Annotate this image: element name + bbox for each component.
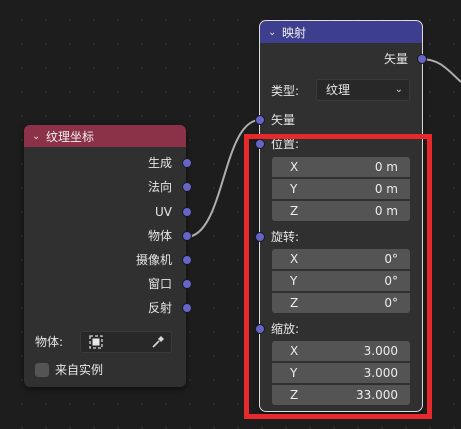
collapse-chevron-icon[interactable]: ⌄ bbox=[32, 131, 46, 142]
collapse-chevron-icon[interactable]: ⌄ bbox=[268, 27, 282, 38]
output-reflection: 反射 bbox=[147, 301, 172, 315]
type-dropdown[interactable]: 纹理 ⌄ bbox=[316, 79, 410, 101]
axis-label: Z bbox=[290, 388, 299, 402]
field-value: 0° bbox=[384, 296, 398, 310]
output-uv: UV bbox=[155, 205, 172, 219]
socket-location[interactable] bbox=[255, 139, 265, 149]
socket-object[interactable] bbox=[182, 231, 192, 241]
output-vector: 矢量 bbox=[383, 52, 408, 66]
rotation-y-field[interactable]: Y 0° bbox=[272, 271, 410, 291]
texture-coordinate-header[interactable]: ⌄ 纹理坐标 bbox=[24, 125, 186, 147]
type-dropdown-value: 纹理 bbox=[326, 83, 351, 97]
axis-label: Z bbox=[290, 296, 299, 310]
socket-reflection[interactable] bbox=[182, 303, 192, 313]
from-instancer-label: 来自实例 bbox=[55, 363, 104, 377]
socket-output-vector[interactable] bbox=[417, 54, 427, 64]
mapping-header[interactable]: ⌄ 映射 bbox=[260, 21, 422, 43]
output-normal: 法向 bbox=[147, 180, 172, 194]
eyedropper-icon[interactable] bbox=[150, 334, 166, 350]
field-value: 0 m bbox=[374, 160, 398, 174]
output-window: 窗口 bbox=[147, 277, 172, 291]
field-value: 0 m bbox=[374, 182, 398, 196]
object-icon bbox=[89, 335, 103, 349]
scale-x-field[interactable]: X 3.000 bbox=[272, 341, 410, 361]
socket-input-vector[interactable] bbox=[255, 115, 265, 125]
socket-uv[interactable] bbox=[182, 207, 192, 217]
socket-normal[interactable] bbox=[182, 182, 192, 192]
rotation-z-field[interactable]: Z 0° bbox=[272, 293, 410, 313]
link-object-to-vector bbox=[185, 119, 261, 238]
axis-label: X bbox=[290, 344, 299, 358]
scale-label: 缩放: bbox=[271, 322, 300, 336]
axis-label: Y bbox=[290, 366, 298, 380]
socket-rotation[interactable] bbox=[255, 232, 265, 242]
scale-y-field[interactable]: Y 3.000 bbox=[272, 363, 410, 383]
socket-generated[interactable] bbox=[182, 158, 192, 168]
location-label: 位置: bbox=[271, 137, 300, 151]
vector-input-label: 矢量 bbox=[271, 113, 296, 127]
field-value: 0° bbox=[384, 252, 398, 266]
output-object: 物体 bbox=[147, 229, 172, 243]
from-instancer-checkbox[interactable] bbox=[35, 363, 49, 377]
mapping-title: 映射 bbox=[282, 25, 307, 40]
field-value: 0° bbox=[384, 274, 398, 288]
socket-scale[interactable] bbox=[255, 324, 265, 334]
mapping-node[interactable]: ⌄ 映射 矢量 类型: 纹理 ⌄ 矢量 位置: X 0 m Y 0 m Z 0 … bbox=[255, 20, 427, 412]
scale-z-field[interactable]: Z 33.000 bbox=[272, 385, 410, 405]
field-value: 3.000 bbox=[363, 366, 398, 380]
object-field[interactable] bbox=[80, 331, 172, 353]
type-label: 类型: bbox=[271, 84, 300, 98]
field-value: 3.000 bbox=[363, 344, 398, 358]
output-generated: 生成 bbox=[147, 156, 172, 170]
texture-coordinate-node[interactable]: ⌄ 纹理坐标 生成 法向 UV 物体 摄像机 窗口 反射 物体: 来自实例 bbox=[24, 125, 192, 387]
texture-coordinate-title: 纹理坐标 bbox=[46, 129, 95, 144]
dropdown-arrow-icon: ⌄ bbox=[394, 84, 403, 95]
socket-window[interactable] bbox=[182, 279, 192, 289]
field-value: 33.000 bbox=[356, 388, 398, 402]
rotation-label: 旋转: bbox=[271, 230, 300, 244]
rotation-x-field[interactable]: X 0° bbox=[272, 249, 410, 269]
output-camera: 摄像机 bbox=[135, 253, 172, 267]
axis-label: Y bbox=[290, 182, 298, 196]
field-value: 0 m bbox=[374, 204, 398, 218]
axis-label: X bbox=[290, 252, 299, 266]
axis-label: X bbox=[290, 160, 299, 174]
object-label: 物体: bbox=[35, 335, 64, 349]
link-vector-output bbox=[420, 58, 461, 83]
axis-label: Z bbox=[290, 204, 299, 218]
location-y-field[interactable]: Y 0 m bbox=[272, 179, 410, 199]
axis-label: Y bbox=[290, 274, 298, 288]
location-z-field[interactable]: Z 0 m bbox=[272, 201, 410, 221]
socket-camera[interactable] bbox=[182, 255, 192, 265]
location-x-field[interactable]: X 0 m bbox=[272, 157, 410, 177]
